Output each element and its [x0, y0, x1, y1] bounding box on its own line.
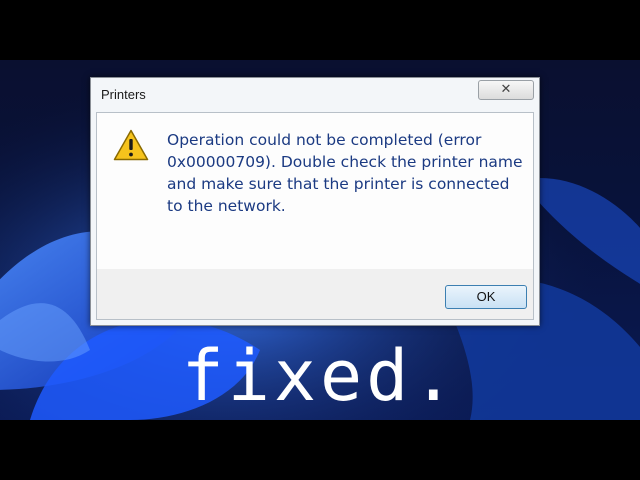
title-bar: Printers ✕ [91, 78, 539, 112]
letterbox-bottom [0, 420, 640, 480]
dialog-title: Printers [101, 87, 146, 102]
warning-icon [113, 129, 149, 161]
ok-button[interactable]: OK [445, 285, 527, 309]
message-area: Operation could not be completed (error … [97, 113, 533, 269]
printers-error-dialog: Printers ✕ Operation could not be comple… [90, 77, 540, 326]
dialog-content: Operation could not be completed (error … [96, 112, 534, 320]
error-message: Operation could not be completed (error … [167, 131, 523, 215]
letterbox-top [0, 0, 640, 60]
close-button[interactable]: ✕ [478, 80, 534, 100]
fixed-caption: fixed. [181, 335, 459, 417]
close-icon: ✕ [500, 82, 512, 97]
